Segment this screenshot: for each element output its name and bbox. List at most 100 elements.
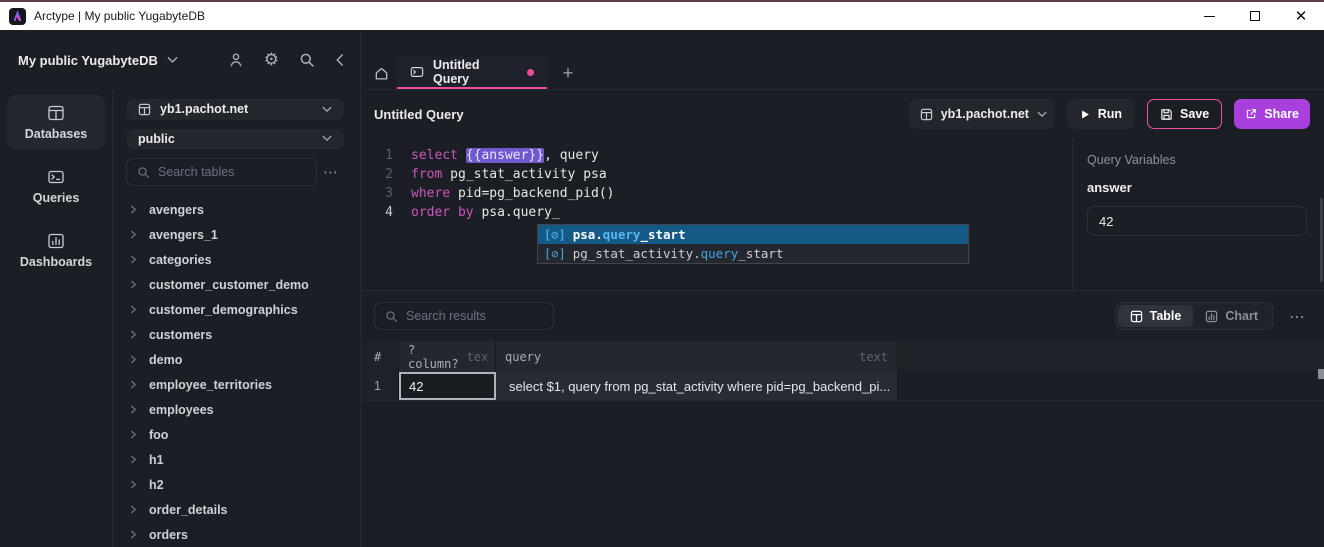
new-tab-button[interactable]: + [547,57,589,89]
code-line[interactable]: 4order by psa.query_ [361,203,1072,222]
table-list-item[interactable]: categories [126,247,344,272]
search-icon [137,166,150,179]
code-text: order by psa.query_ [393,203,560,222]
sidebar-item-dashboards[interactable]: Dashboards [7,223,105,277]
column-icon: [⊘] [544,247,566,261]
table-list-item[interactable]: employees [126,397,344,422]
table-name: order_details [149,503,228,517]
table-list-item[interactable]: demo [126,347,344,372]
variable-input-answer[interactable] [1087,206,1307,236]
close-button[interactable]: ✕ [1278,2,1324,30]
user-icon[interactable] [228,52,244,68]
column-header[interactable]: ?column?tex [399,341,496,372]
play-icon [1080,109,1090,120]
results-panel: Search results TableChart ⋯ #?column?tex… [361,290,1324,547]
sidebar-item-queries[interactable]: Queries [7,159,105,213]
sidebar-item-databases[interactable]: Databases [7,95,105,149]
schema-dropdown[interactable]: public [126,129,344,150]
sql-editor[interactable]: 1select {{answer}}, query2from pg_stat_a… [361,138,1072,290]
save-icon [1160,108,1173,121]
sidebar-item-label: Queries [33,191,80,205]
autocomplete-item[interactable]: [⊘]pg_stat_activity.query_start [538,244,968,263]
code-line[interactable]: 3where pid=pg_backend_pid() [361,184,1072,203]
results-more-button[interactable]: ⋯ [1284,307,1310,326]
tables-list: avengers avengers_1 categories customer_cus… [126,197,344,547]
chevron-right-icon [129,355,138,364]
tab-label: Untitled Query [433,58,518,86]
maximize-icon [1250,11,1260,21]
table-name: categories [149,253,212,267]
search-results-placeholder: Search results [406,309,486,323]
table-cell[interactable]: 42 [399,372,496,400]
workspace-switcher[interactable]: My public YugabyteDB [18,53,178,68]
table-icon [920,108,933,121]
server-name: yb1.pachot.net [160,102,248,116]
window-title: Arctype | My public YugabyteDB [34,9,205,23]
table-name: customer_customer_demo [149,278,309,292]
minimize-button[interactable] [1186,2,1232,30]
chevron-right-icon [129,430,138,439]
search-results-input[interactable]: Search results [374,302,554,330]
search-icon[interactable] [299,52,315,68]
query-variables-panel: Query Variables answer [1072,138,1324,290]
code-line[interactable]: 1select {{answer}}, query [361,146,1072,165]
table-list-item[interactable]: foo [126,422,344,447]
connection-dropdown[interactable]: yb1.pachot.net [909,99,1055,129]
table-list-item[interactable]: h2 [126,472,344,497]
search-tables-input[interactable]: Search tables [126,158,317,186]
table-view-button[interactable]: Table [1118,305,1194,327]
share-button[interactable]: Share [1234,99,1310,129]
table-list-item[interactable]: h1 [126,447,344,472]
chevron-right-icon [129,405,138,414]
left-sidebar: My public YugabyteDB ⚙ Databases Queries D… [0,30,360,547]
databases-icon [47,104,65,122]
results-table-header: #?column?texquerytext [361,341,1324,372]
tab-untitled-query[interactable]: Untitled Query [397,57,547,89]
column-header[interactable]: # [361,341,399,372]
query-tab-icon [410,65,424,79]
titlebar: Arctype | My public YugabyteDB ✕ [0,2,1324,30]
table-list-item[interactable]: employee_territories [126,372,344,397]
table-list-item[interactable]: customer_customer_demo [126,272,344,297]
column-header[interactable]: querytext [496,341,898,372]
scrollbar-thumb[interactable] [1320,198,1323,282]
table-list-item[interactable]: customer_demographics [126,297,344,322]
gear-icon[interactable]: ⚙ [264,52,279,69]
code-line[interactable]: 2from pg_stat_activity psa [361,165,1072,184]
code-text: from pg_stat_activity psa [393,165,607,184]
search-icon [385,310,398,323]
home-tab-button[interactable] [365,57,397,89]
table-name: orders [149,528,188,542]
server-dropdown[interactable]: yb1.pachot.net [126,99,344,120]
table-list-item[interactable]: avengers_1 [126,222,344,247]
maximize-button[interactable] [1232,2,1278,30]
chevron-right-icon [129,330,138,339]
chevron-down-icon [322,135,332,142]
save-button[interactable]: Save [1147,99,1222,129]
table-name: avengers_1 [149,228,218,242]
table-list-item[interactable]: order_details [126,497,344,522]
tab-bar: Untitled Query + [361,30,1324,90]
dashboards-icon [47,232,65,250]
collapse-sidebar-icon[interactable] [335,53,344,67]
line-number: 4 [361,203,393,222]
table-name: employees [149,403,214,417]
table-cell[interactable]: select $1, query from pg_stat_activity w… [496,372,898,400]
chevron-right-icon [129,230,138,239]
chart-view-button[interactable]: Chart [1193,305,1270,327]
table-list-item[interactable]: customers [126,322,344,347]
workspace-name: My public YugabyteDB [18,53,158,68]
main-area: Untitled Query + Untitled Query yb1.pach… [360,30,1324,547]
autocomplete-item[interactable]: [⊘]psa.query_start [538,225,968,244]
table-list-item[interactable]: orders [126,522,344,547]
scrollbar-thumb[interactable] [1318,369,1324,379]
table-list-item[interactable]: avengers [126,197,344,222]
home-icon [374,66,389,81]
chevron-down-icon [322,106,332,113]
chevron-down-icon [1037,111,1047,118]
tables-more-button[interactable]: ⋯ [317,163,344,181]
chevron-right-icon [129,505,138,514]
run-button[interactable]: Run [1067,99,1135,129]
table-icon [1130,310,1143,323]
table-row: 142select $1, query from pg_stat_activit… [361,372,1324,401]
